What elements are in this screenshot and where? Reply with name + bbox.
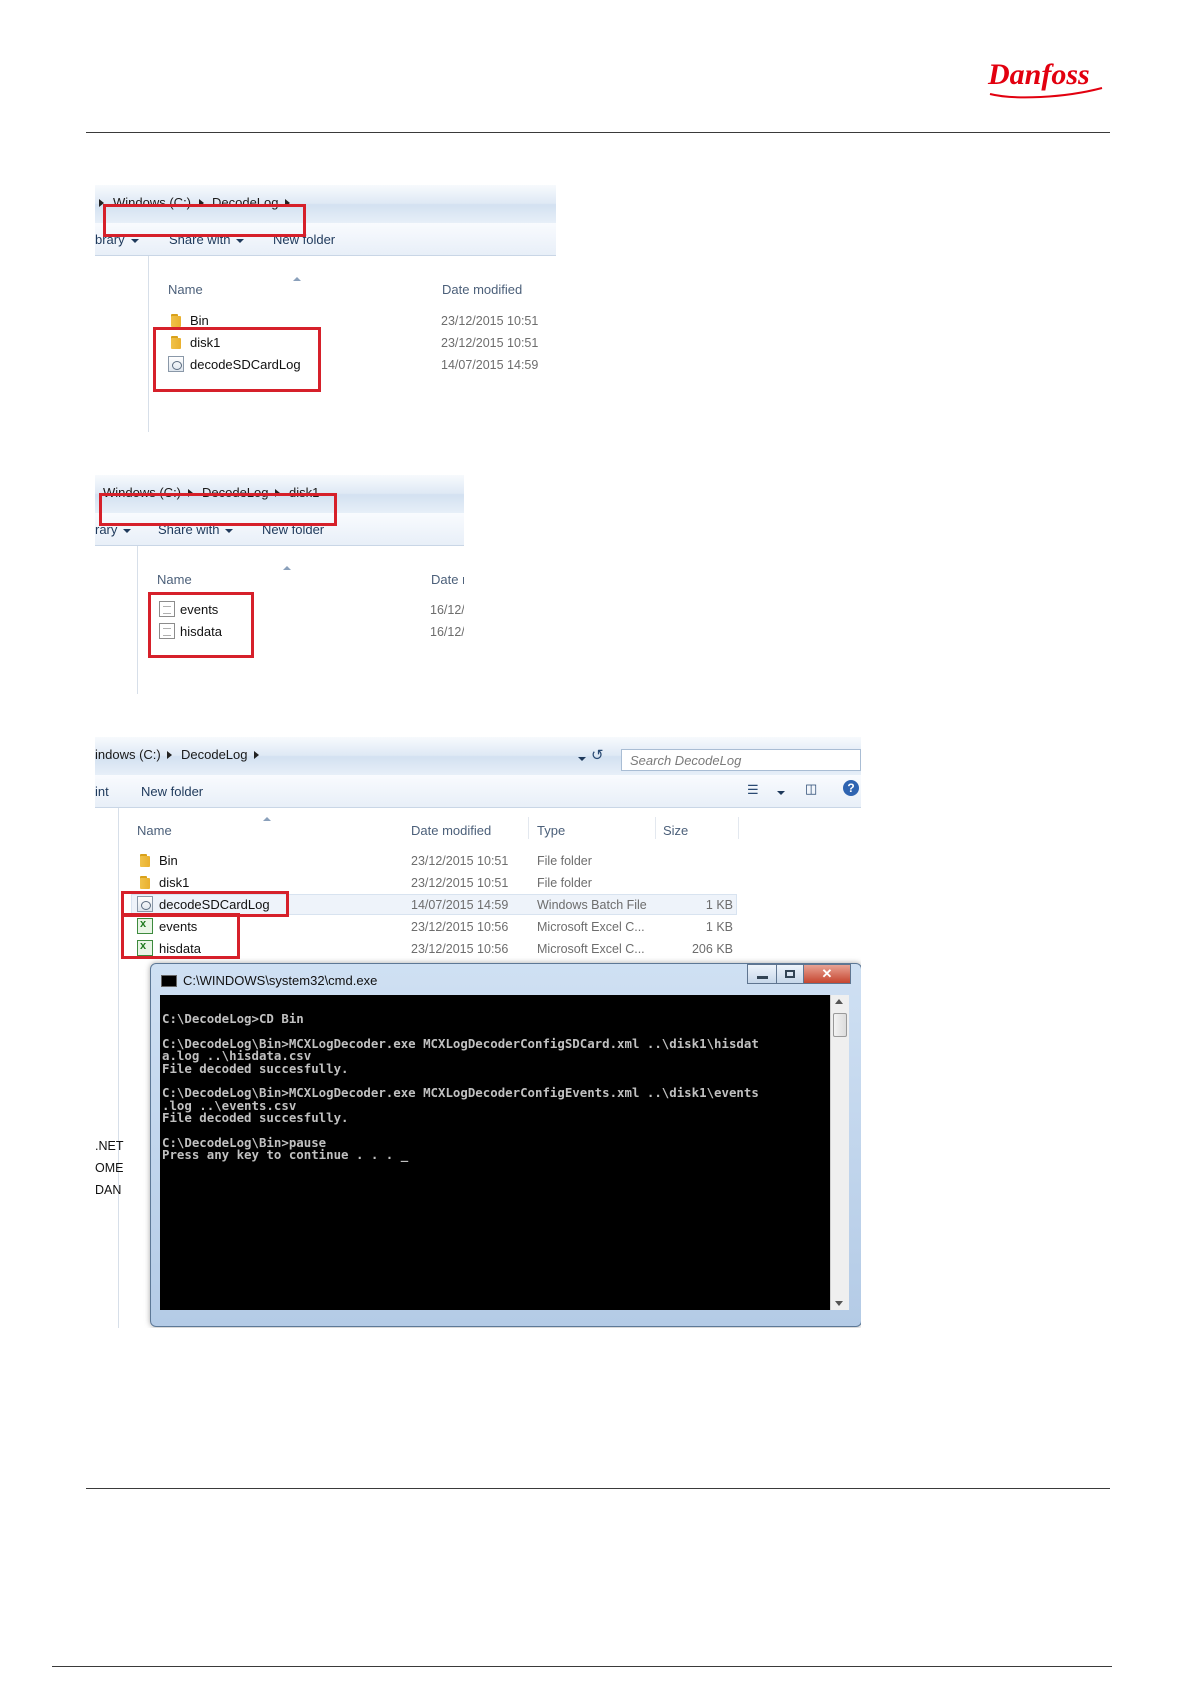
sort-ascending-icon bbox=[283, 566, 291, 570]
file-name-bin[interactable]: Bin bbox=[190, 313, 209, 328]
file-date: 23/12/2015 10:51 bbox=[411, 876, 509, 890]
sort-ascending-icon bbox=[263, 817, 271, 821]
navigation-pane[interactable] bbox=[95, 546, 138, 694]
breadcrumb-arrow-icon bbox=[167, 751, 172, 759]
file-date: 14/07/2015 14:59 bbox=[411, 898, 509, 912]
file-date: 23/12/2015 10:51 bbox=[411, 854, 509, 868]
navigation-pane[interactable] bbox=[95, 808, 119, 1328]
file-date: 14/07/2015 14:59 bbox=[441, 358, 539, 372]
explorer-screenshot-3: indows (C:) DecodeLog ↺ Search DecodeLog… bbox=[95, 737, 861, 1328]
console-scrollbar[interactable] bbox=[830, 995, 849, 1310]
file-date: 23/12/2015 10:51 bbox=[441, 314, 539, 328]
file-name-disk1[interactable]: disk1 bbox=[159, 875, 189, 890]
cmd-window[interactable]: C:\WINDOWS\system32\cmd.exe ✕ C:\DecodeL… bbox=[150, 963, 861, 1327]
file-date: 23/12/2015 10:51 bbox=[441, 336, 539, 350]
navigation-pane[interactable] bbox=[95, 256, 149, 432]
file-type: File folder bbox=[537, 876, 592, 890]
console-output[interactable]: C:\DecodeLog>CD Bin C:\DecodeLog\Bin>MCXL… bbox=[160, 995, 830, 1310]
print-button[interactable]: int bbox=[95, 784, 109, 799]
file-type: Microsoft Excel C... bbox=[537, 920, 645, 934]
address-history-dropdown-icon[interactable] bbox=[578, 757, 586, 761]
chevron-down-icon bbox=[236, 238, 245, 243]
close-button[interactable]: ✕ bbox=[803, 964, 851, 984]
column-header-date-modified[interactable]: Date modified bbox=[442, 282, 522, 297]
cmd-window-title: C:\WINDOWS\system32\cmd.exe bbox=[183, 973, 378, 988]
file-date: 23/12/2015 10:56 bbox=[411, 942, 509, 956]
footer-rule bbox=[86, 1488, 1110, 1489]
column-header-name[interactable]: Name bbox=[137, 823, 172, 838]
command-bar: int New folder ☰ ◫ ? bbox=[95, 775, 861, 808]
file-type: Windows Batch File bbox=[537, 898, 647, 912]
scroll-thumb[interactable] bbox=[833, 1013, 847, 1037]
folder-icon bbox=[168, 312, 184, 328]
console-line: File decoded succesfully. bbox=[162, 1060, 349, 1076]
search-input[interactable]: Search DecodeLog bbox=[621, 749, 861, 771]
preview-pane-icon[interactable]: ◫ bbox=[805, 781, 817, 797]
minimize-button[interactable] bbox=[747, 964, 777, 984]
sort-ascending-icon bbox=[293, 277, 301, 281]
file-name-bin[interactable]: Bin bbox=[159, 853, 178, 868]
column-header-name[interactable]: Name bbox=[168, 282, 203, 297]
new-folder-button[interactable]: New folder bbox=[141, 784, 203, 799]
column-header-size[interactable]: Size bbox=[663, 823, 688, 838]
breadcrumb-decodelog[interactable]: DecodeLog bbox=[181, 747, 248, 762]
scroll-up-arrow-icon[interactable] bbox=[835, 999, 843, 1004]
cmd-icon bbox=[161, 975, 177, 987]
highlight-output-files bbox=[121, 913, 240, 959]
refresh-icon[interactable]: ↺ bbox=[591, 746, 604, 764]
nav-item-clipped[interactable]: DAN bbox=[95, 1183, 121, 1197]
chevron-down-icon bbox=[123, 528, 132, 533]
nav-item-clipped[interactable]: .NET bbox=[95, 1139, 123, 1153]
breadcrumb-arrow-icon bbox=[254, 751, 259, 759]
chevron-down-icon[interactable] bbox=[777, 791, 785, 795]
footer-rule-bottom bbox=[52, 1666, 1112, 1667]
chevron-down-icon bbox=[130, 238, 139, 243]
highlight-breadcrumb bbox=[99, 493, 337, 526]
file-size: 1 KB bbox=[705, 920, 733, 934]
highlight-breadcrumb bbox=[103, 204, 306, 237]
chevron-down-icon bbox=[225, 528, 234, 533]
column-header-type[interactable]: Type bbox=[537, 823, 565, 838]
column-header-date-modified[interactable]: Date r bbox=[431, 572, 464, 587]
svg-text:Danfoss: Danfoss bbox=[987, 58, 1090, 91]
nav-item-clipped[interactable]: OME bbox=[95, 1161, 123, 1175]
folder-icon bbox=[137, 874, 153, 890]
console-line: C:\DecodeLog>CD Bin bbox=[162, 1011, 304, 1026]
console-line: File decoded succesfully. bbox=[162, 1110, 349, 1126]
file-type: File folder bbox=[537, 854, 592, 868]
change-view-icon[interactable]: ☰ bbox=[747, 782, 759, 798]
file-date: 16/12/ bbox=[430, 625, 464, 639]
scroll-down-arrow-icon[interactable] bbox=[835, 1301, 843, 1306]
column-header-date-modified[interactable]: Date modified bbox=[411, 823, 491, 838]
highlight-files bbox=[153, 327, 321, 392]
highlight-files bbox=[148, 592, 254, 658]
danfoss-logo: Danfoss bbox=[987, 58, 1103, 99]
header-rule bbox=[86, 132, 1110, 133]
file-size: 206 KB bbox=[691, 942, 733, 956]
column-divider bbox=[528, 817, 529, 839]
file-date: 23/12/2015 10:56 bbox=[411, 920, 509, 934]
file-type: Microsoft Excel C... bbox=[537, 942, 645, 956]
folder-icon bbox=[137, 852, 153, 868]
maximize-button[interactable] bbox=[776, 964, 804, 984]
column-header-name[interactable]: Name bbox=[157, 572, 192, 587]
file-date: 16/12/ bbox=[430, 603, 464, 617]
help-icon[interactable]: ? bbox=[843, 780, 859, 796]
file-size: 1 KB bbox=[705, 898, 733, 912]
breadcrumb-windows-c[interactable]: indows (C:) bbox=[95, 747, 161, 762]
console-line: Press any key to continue . . . _ bbox=[162, 1147, 409, 1163]
column-divider bbox=[655, 817, 656, 839]
column-divider bbox=[738, 817, 739, 839]
